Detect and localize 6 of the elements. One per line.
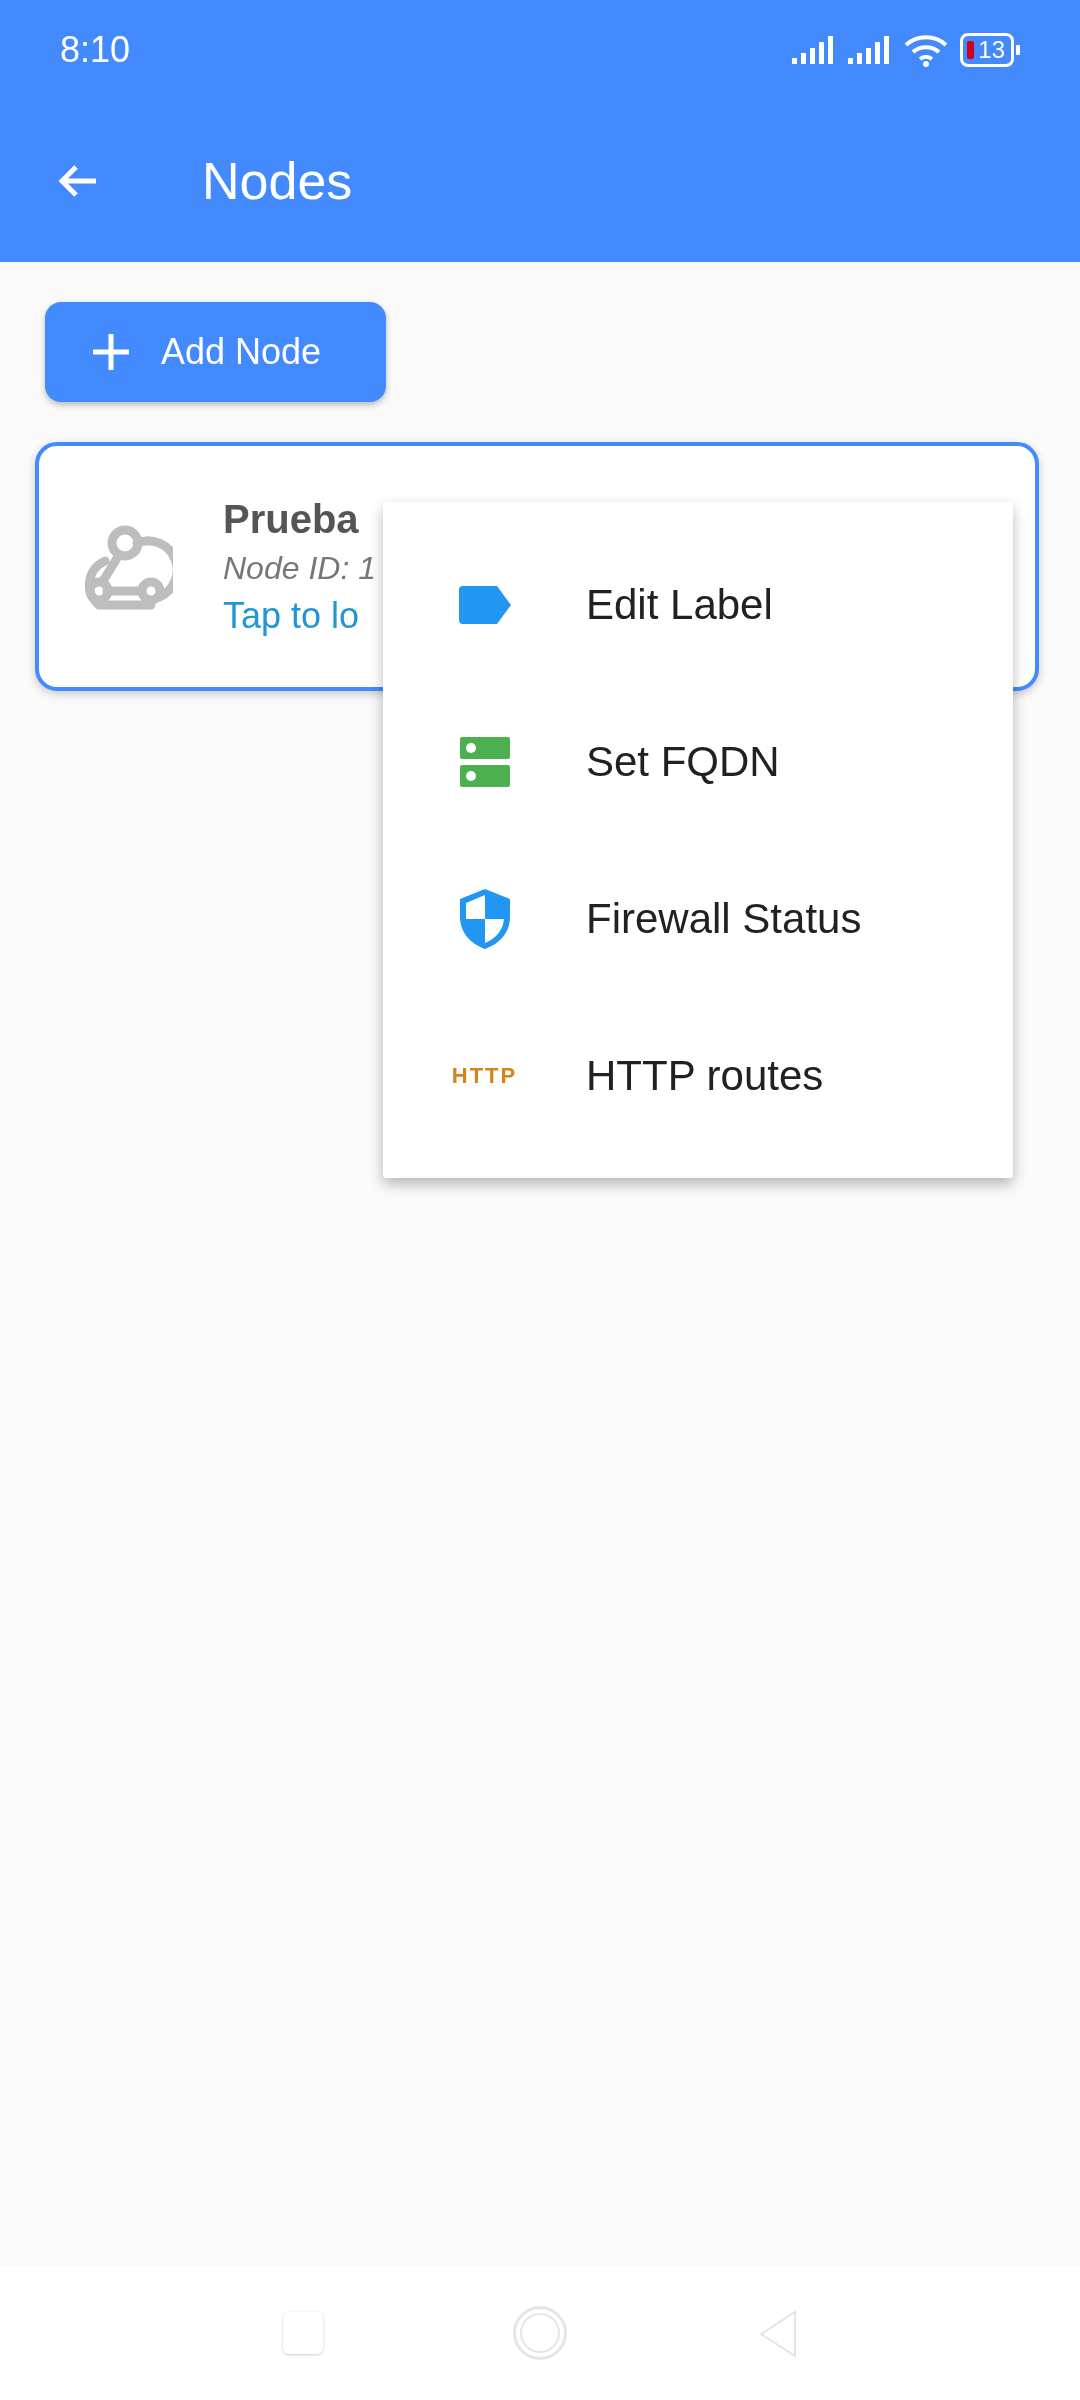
screen-title: Nodes [202, 151, 353, 211]
status-time: 8:10 [60, 29, 131, 71]
node-id: Node ID: 1 [223, 549, 376, 587]
http-icon: HTTP [451, 1062, 518, 1089]
node-name: Prueba [223, 496, 360, 542]
tap-hint: Tap to lo [223, 594, 361, 637]
